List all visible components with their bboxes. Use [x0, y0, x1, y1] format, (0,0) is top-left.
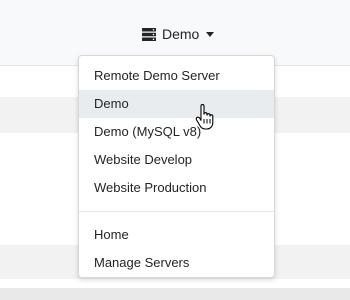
dropdown-item-website-production[interactable]: Website Production — [79, 174, 274, 202]
server-dropdown-menu: Remote Demo Server Demo Demo (MySQL v8) … — [78, 55, 275, 278]
dropdown-divider — [79, 211, 274, 212]
server-icon — [142, 27, 156, 41]
dropdown-item-home[interactable]: Home — [79, 221, 274, 249]
dropdown-item-demo[interactable]: Demo — [79, 90, 274, 118]
dropdown-item-remote-demo-server[interactable]: Remote Demo Server — [79, 62, 274, 90]
dropdown-item-demo-mysql-v8[interactable]: Demo (MySQL v8) — [79, 118, 274, 146]
app-page: Demo Remote Demo Server Demo Demo (MySQL… — [0, 0, 350, 300]
dropdown-item-manage-servers[interactable]: Manage Servers — [79, 249, 274, 277]
server-dropdown-label: Demo — [162, 26, 200, 42]
dropdown-item-website-develop[interactable]: Website Develop — [79, 146, 274, 174]
table-row-band — [0, 288, 350, 300]
server-dropdown-toggle[interactable]: Demo — [142, 24, 215, 44]
caret-down-icon — [206, 32, 215, 37]
